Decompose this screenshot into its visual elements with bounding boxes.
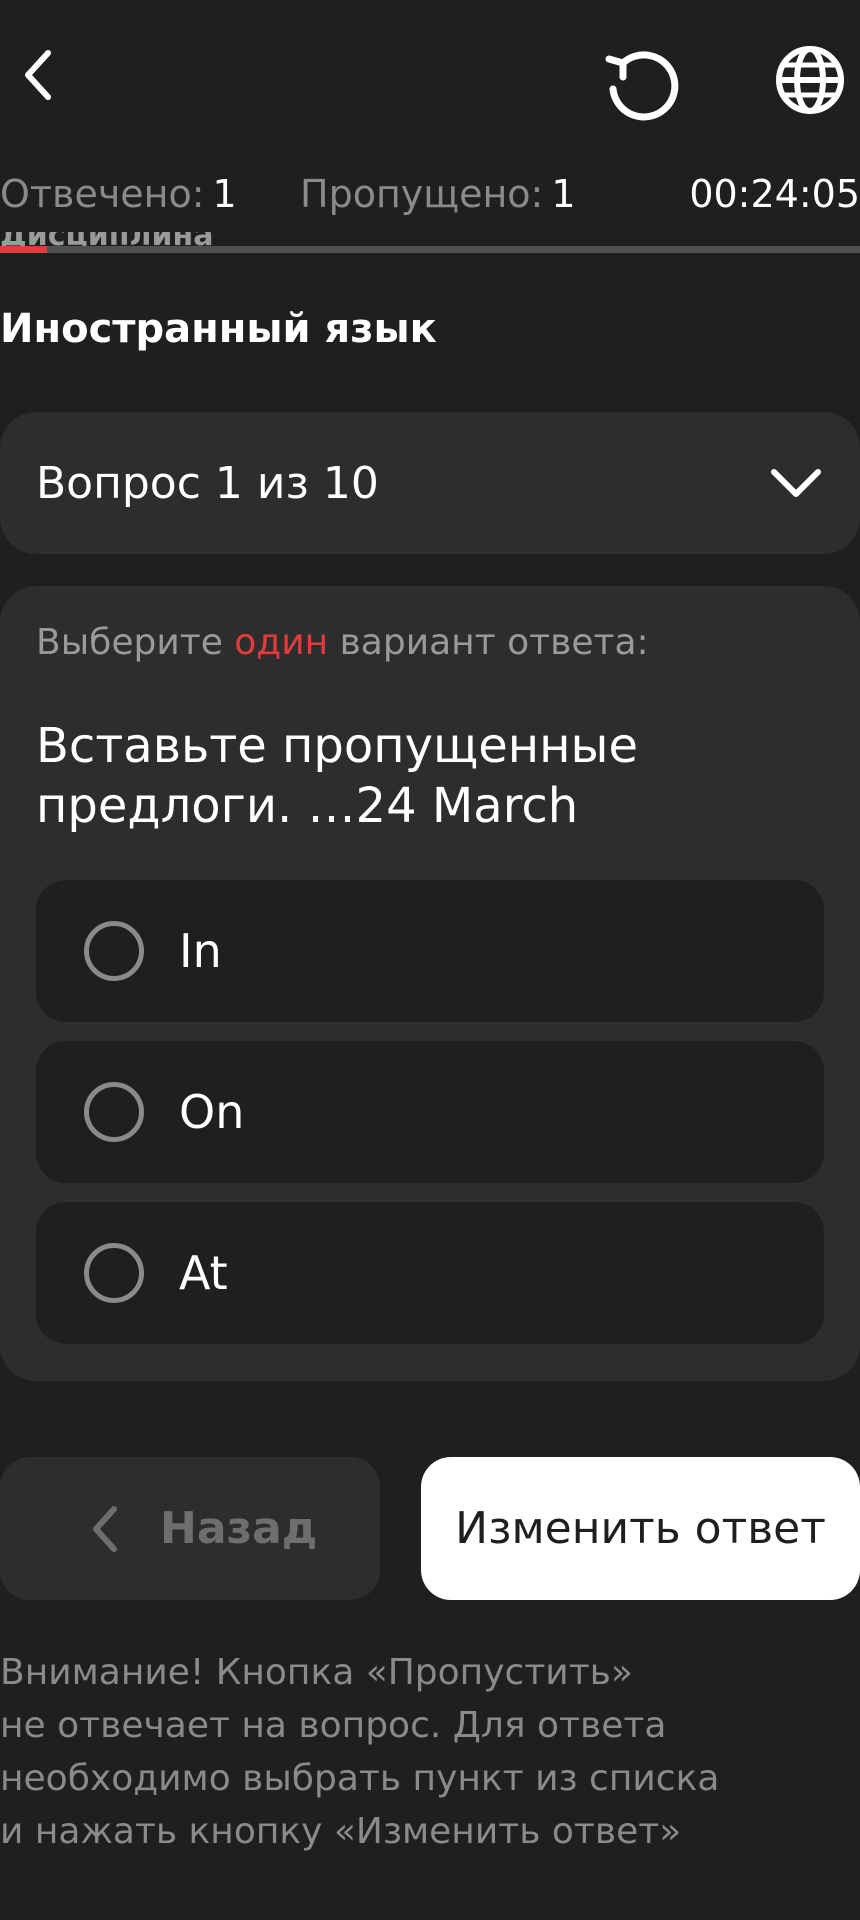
question-text: Вставьте пропущенные предлоги. …24 March [36, 718, 638, 834]
top-bar [0, 0, 860, 150]
globe-icon [776, 46, 844, 114]
answered-count: Отвечено: 1 [0, 172, 237, 216]
answer-option-label: At [179, 1246, 228, 1300]
answer-option-label: On [179, 1085, 245, 1139]
question-card: Выберите один вариант ответа: Вставьте п… [0, 586, 860, 1381]
refresh-icon [605, 51, 679, 121]
chevron-left-icon [25, 50, 51, 100]
radio-button[interactable] [84, 1243, 144, 1303]
skip-notice: Внимание! Кнопка «Пропустить» не отвечае… [0, 1652, 720, 1852]
skipped-value: 1 [551, 172, 576, 216]
timer: 00:24:05 [689, 172, 860, 216]
previous-question-label: Назад [160, 1503, 318, 1554]
instruction-accent: один [234, 622, 329, 663]
skipped-count: Пропущено: 1 [300, 172, 576, 216]
discipline-label: Дисциплина [0, 232, 214, 253]
radio-button[interactable] [84, 921, 144, 981]
back-button[interactable] [6, 40, 70, 110]
discipline-title: Иностранный язык [0, 306, 437, 352]
chevron-down-icon [771, 469, 821, 497]
progress-stats: Отвечено: 1 Пропущено: 1 00:24:05 [0, 172, 860, 222]
chevron-left-icon [93, 1506, 117, 1552]
question-selector-label: Вопрос 1 из 10 [36, 458, 379, 509]
answer-option[interactable]: At [36, 1202, 824, 1344]
radio-button[interactable] [84, 1082, 144, 1142]
previous-question-button[interactable]: Назад [0, 1457, 380, 1600]
answered-label: Отвечено: [0, 172, 205, 216]
skipped-label: Пропущено: [300, 172, 544, 216]
answer-option-label: In [179, 924, 222, 978]
change-answer-button[interactable]: Изменить ответ [421, 1457, 860, 1600]
test-screen: Отвечено: 1 Пропущено: 1 00:24:05 Дисципли… [0, 0, 860, 1920]
answered-value: 1 [212, 172, 237, 216]
answer-instruction: Выберите один вариант ответа: [36, 622, 649, 663]
progress-bar-fill [0, 246, 48, 253]
language-button[interactable] [770, 40, 850, 120]
answer-option[interactable]: On [36, 1041, 824, 1183]
answer-option[interactable]: In [36, 880, 824, 1022]
progress-bar [0, 246, 860, 253]
change-answer-label: Изменить ответ [455, 1503, 826, 1554]
restart-button[interactable] [596, 40, 686, 130]
question-selector[interactable]: Вопрос 1 из 10 [0, 412, 860, 554]
